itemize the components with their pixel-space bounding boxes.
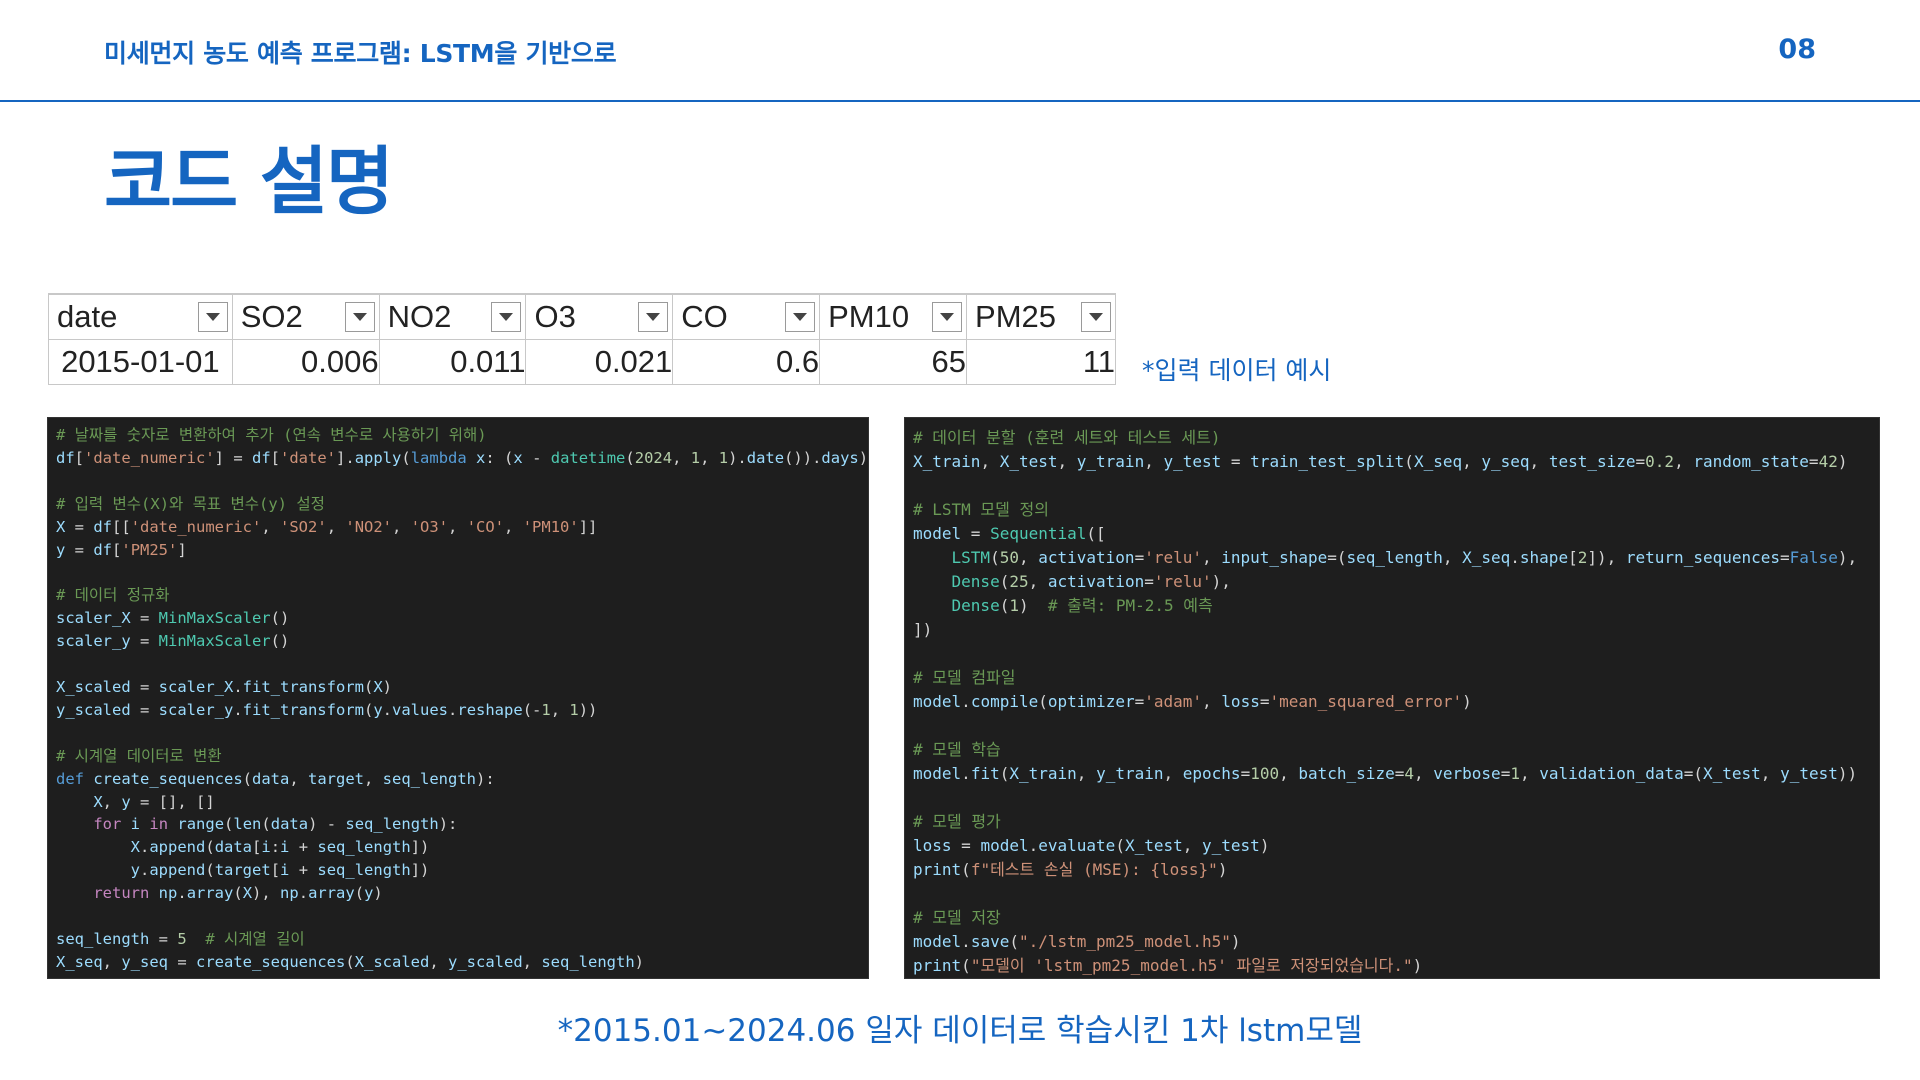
code-right-line — [913, 786, 1879, 810]
page-number: 08 — [1778, 34, 1816, 65]
code-right-line: # 데이터 분할 (훈련 세트와 테스트 세트) — [913, 428, 1221, 447]
code-right-line: Dense(1) # 출력: PM-2.5 예측 — [951, 596, 1213, 615]
column-header: SO2 — [231, 293, 380, 340]
code-left-line: X, y = [], [] — [93, 792, 215, 811]
code-right-line — [913, 642, 1879, 666]
code-left-line: y = df['PM25'] — [56, 540, 187, 559]
filter-dropdown-icon[interactable] — [932, 302, 963, 332]
code-right-line: LSTM(50, activation='relu', input_shape=… — [951, 548, 1858, 567]
code-right-line: X_train, X_test, y_train, y_test = train… — [913, 452, 1848, 471]
table-cell: 0.021 — [525, 339, 674, 385]
table-cell: 0.011 — [378, 339, 527, 385]
code-left-line: # 날짜를 숫자로 변환하여 추가 (연속 변수로 사용하기 위해) — [56, 426, 487, 444]
code-left-line — [56, 470, 868, 493]
filter-dropdown-icon[interactable] — [491, 302, 522, 332]
code-left-line: # 입력 변수(X)와 목표 변수(y) 설정 — [56, 494, 325, 513]
code-right-line: Dense(25, activation='relu'), — [951, 572, 1231, 591]
column-header: date — [48, 293, 233, 340]
code-left-line: return np.array(X), np.array(y) — [93, 884, 383, 903]
filter-dropdown-icon[interactable] — [197, 302, 228, 332]
code-right-line: model = Sequential([ — [913, 524, 1106, 543]
code-right-line: print("모델이 'lstm_pm25_model.h5' 파일로 저장되었… — [913, 956, 1423, 975]
code-left-line — [56, 561, 868, 584]
column-header: CO — [672, 293, 821, 340]
header-title: 미세먼지 농도 예측 프로그램: LSTM을 기반으로 — [104, 39, 617, 68]
code-left-line: X_seq, y_seq = create_sequences(X_scaled… — [56, 952, 644, 971]
code-right-line: # 모델 컴파일 — [913, 668, 1016, 687]
code-left-line: seq_length = 5 # 시계열 길이 — [56, 929, 305, 948]
input-data-table: date SO2 NO2 O3 CO PM10 PM25 2015-01-01 … — [48, 293, 1116, 385]
filter-dropdown-icon[interactable] — [785, 302, 816, 332]
code-right-line — [913, 474, 1879, 498]
code-right-line — [913, 882, 1879, 906]
code-right-line: loss = model.evaluate(X_test, y_test) — [913, 836, 1270, 855]
column-header: PM25 — [966, 293, 1116, 340]
table-cell: 2015-01-01 — [48, 339, 233, 385]
page-title: 코드 설명 — [104, 139, 394, 225]
column-header: NO2 — [378, 293, 527, 340]
table-cell: 0.006 — [231, 339, 380, 385]
table-cell: 65 — [819, 339, 968, 385]
table-cell: 0.6 — [672, 339, 821, 385]
code-right-line — [913, 714, 1879, 738]
code-right-line: # LSTM 모델 정의 — [913, 500, 1049, 519]
column-header: PM10 — [819, 293, 968, 340]
code-left-line: df['date_numeric'] = df['date'].apply(la… — [56, 448, 869, 467]
input-data-caption: *입력 데이터 예시 — [1142, 356, 1332, 385]
model-caption: *2015.01~2024.06 일자 데이터로 학습시킨 1차 lstm모델 — [557, 1013, 1363, 1049]
code-right-line: # 모델 저장 — [913, 908, 1001, 927]
code-right-line: ]) — [913, 620, 933, 639]
code-left-line: for i in range(len(data) - seq_length): — [93, 815, 458, 834]
code-left-line: X = df[['date_numeric', 'SO2', 'NO2', 'O… — [56, 517, 598, 536]
code-left-line: y.append(target[i + seq_length]) — [130, 861, 430, 880]
code-left-line: scaler_y = MinMaxScaler() — [56, 632, 290, 651]
code-right-line: model.compile(optimizer='adam', loss='me… — [913, 692, 1472, 711]
code-left-line: # 데이터 정규화 — [56, 586, 170, 605]
code-left-line: X_scaled = scaler_X.fit_transform(X) — [56, 677, 393, 696]
filter-dropdown-icon[interactable] — [344, 302, 375, 332]
code-left-line: def create_sequences(data, target, seq_l… — [56, 769, 495, 788]
code-left-line: y_scaled = scaler_y.fit_transform(y.valu… — [56, 700, 598, 719]
code-left-line: # 시계열 데이터로 변환 — [56, 746, 222, 765]
header-divider — [0, 100, 1920, 102]
filter-dropdown-icon[interactable] — [1081, 302, 1111, 332]
code-right-line: # 모델 평가 — [913, 812, 1001, 831]
table-header-row: date SO2 NO2 O3 CO PM10 PM25 — [48, 293, 1116, 340]
filter-dropdown-icon[interactable] — [638, 302, 669, 332]
table-cell: 11 — [966, 339, 1116, 385]
code-left-line: X.append(data[i:i + seq_length]) — [130, 838, 430, 857]
code-right-line: model.save("./lstm_pm25_model.h5") — [913, 932, 1241, 951]
code-left-line — [56, 905, 868, 928]
code-right-line: # 모델 학습 — [913, 740, 1001, 759]
code-left-line: scaler_X = MinMaxScaler() — [56, 609, 290, 628]
code-left-line — [56, 653, 868, 676]
code-right-line: model.fit(X_train, y_train, epochs=100, … — [913, 764, 1858, 783]
code-left-line — [56, 722, 868, 745]
table-row: 2015-01-01 0.006 0.011 0.021 0.6 65 11 — [48, 339, 1116, 385]
code-panel-model: # 데이터 분할 (훈련 세트와 테스트 세트) X_train, X_test,… — [904, 417, 1880, 979]
code-panel-preprocessing: # 날짜를 숫자로 변환하여 추가 (연속 변수로 사용하기 위해) df['da… — [47, 417, 869, 979]
code-right-line: print(f"테스트 손실 (MSE): {loss}") — [913, 860, 1228, 879]
column-header: O3 — [525, 293, 674, 340]
